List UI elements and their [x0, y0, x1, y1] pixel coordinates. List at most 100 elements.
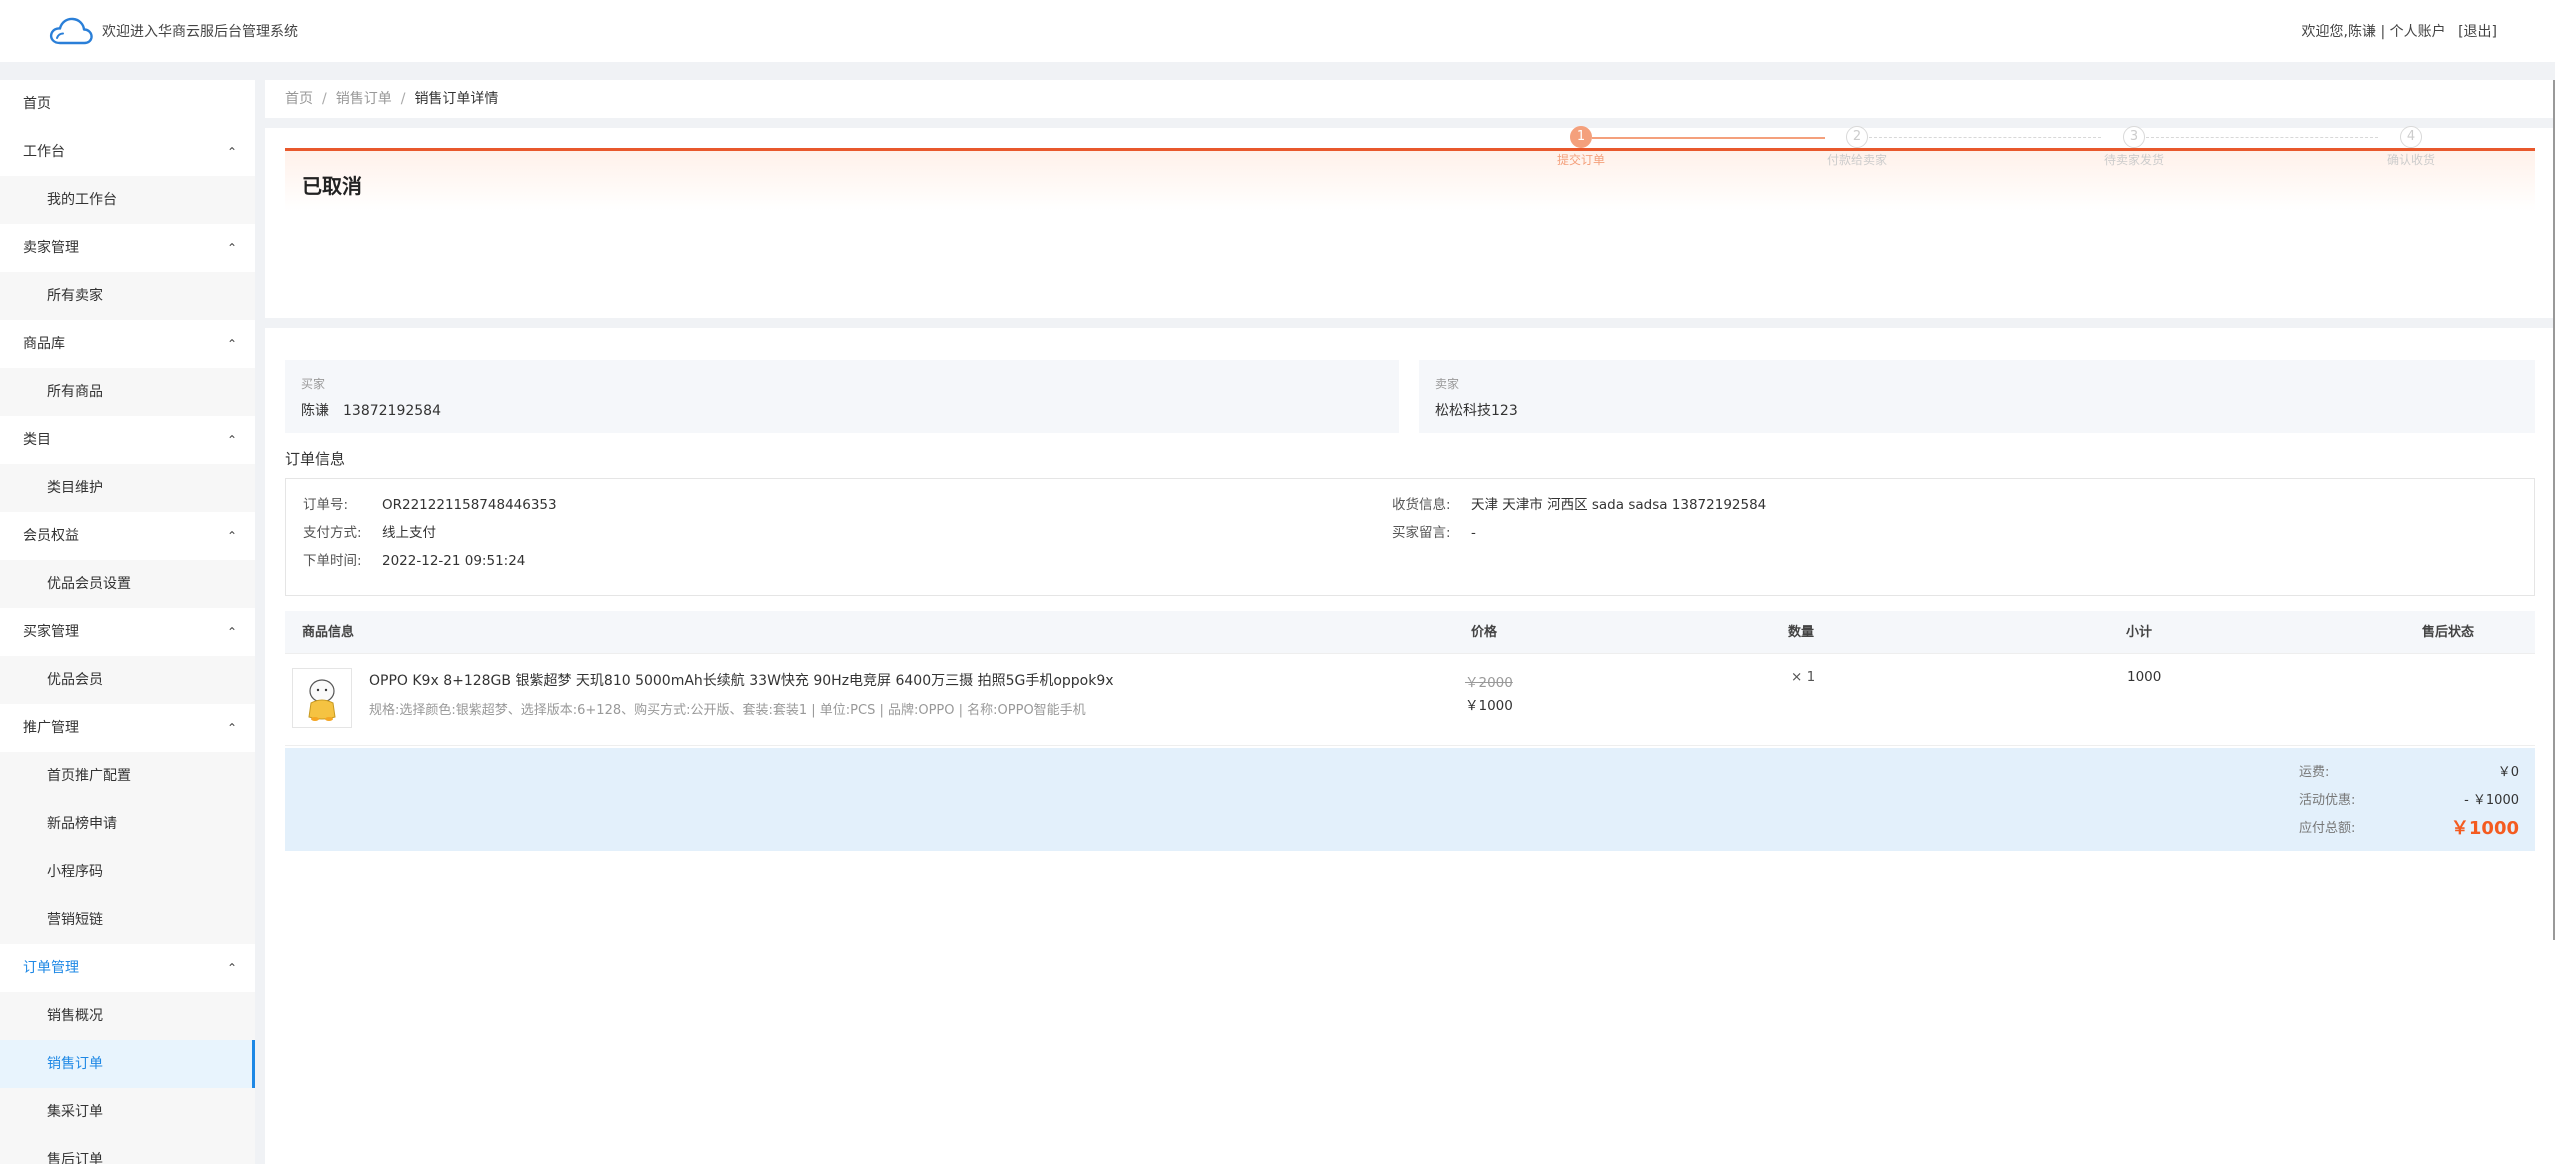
product-thumbnail[interactable]: [292, 668, 352, 728]
sidebar-item-label: 新品榜申请: [47, 816, 117, 832]
sidebar-item-label: 所有卖家: [47, 288, 103, 304]
table-header: 商品信息 价格 数量 小计 售后状态: [285, 611, 2535, 654]
sidebar-item-11[interactable]: 买家管理 ⌃: [0, 608, 255, 656]
sidebar-item-7[interactable]: 类目 ⌃: [0, 416, 255, 464]
product-image-icon: [293, 669, 351, 727]
pay-method-value: 线上支付: [382, 525, 436, 541]
buyer-phone: 13872192584: [343, 403, 441, 419]
sidebar-item-label: 所有商品: [47, 384, 103, 400]
sidebar-nav: 首页工作台 ⌃ 我的工作台卖家管理 ⌃ 所有卖家商品库 ⌃ 所有商品类目 ⌃ 类目维护 会员权益 ⌃…: [0, 80, 255, 1164]
order-time-value: 2022-12-21 09:51:24: [382, 553, 526, 569]
sidebar-item-15[interactable]: 新品榜申请: [0, 800, 255, 848]
breadcrumb-current: 销售订单详情: [414, 91, 499, 107]
sidebar-item-1[interactable]: 工作台 ⌃: [0, 128, 255, 176]
sidebar-item-14[interactable]: 首页推广配置: [0, 752, 255, 800]
sidebar-item-17[interactable]: 营销短链: [0, 896, 255, 944]
main-content: 首页 / 销售订单 / 销售订单详情 已取消 1 提交订单 2 付款给卖家 3 待卖家发…: [265, 80, 2555, 1164]
order-summary: 运费: ￥0 活动优惠: - ￥1000 应付总额: ￥1000: [285, 748, 2535, 851]
sidebar-item-label: 首页推广配置: [47, 768, 131, 784]
sidebar-item-21[interactable]: 集采订单: [0, 1088, 255, 1136]
account-link[interactable]: 个人账户: [2390, 24, 2446, 40]
sidebar-item-19[interactable]: 销售概况: [0, 992, 255, 1040]
breadcrumb-separator: /: [400, 91, 406, 107]
sidebar-item-label: 卖家管理: [23, 240, 79, 256]
sidebar-item-13[interactable]: 推广管理 ⌃: [0, 704, 255, 752]
order-no-label: 订单号:: [303, 497, 349, 513]
username: 陈谦: [2347, 24, 2376, 40]
subtotal: 1000: [2127, 669, 2162, 685]
col-quantity: 数量: [1788, 625, 1815, 640]
chevron-up-icon: ⌃: [226, 625, 237, 639]
sale-price: ￥1000: [1465, 698, 1513, 714]
shipping-fee-value: ￥0: [2497, 765, 2519, 780]
seller-card: 卖家 松松科技123: [1419, 360, 2535, 433]
sidebar-item-22[interactable]: 售后订单: [0, 1136, 255, 1164]
sidebar-item-label: 销售概况: [47, 1008, 103, 1024]
buyer-info: 陈谦 13872192584: [301, 400, 1383, 420]
chevron-up-icon: ⌃: [226, 961, 237, 975]
col-subtotal: 小计: [2126, 625, 2153, 640]
user-area: 欢迎您,陈谦 | 个人账户 [退出]: [2302, 21, 2497, 41]
site-title: 欢迎进入华商云服后台管理系统: [102, 24, 298, 40]
order-status-title: 已取消: [302, 174, 362, 198]
shipping-label: 收货信息:: [1392, 497, 1451, 513]
sidebar-item-5[interactable]: 商品库 ⌃: [0, 320, 255, 368]
shipping-fee-label: 运费:: [2299, 765, 2330, 780]
sidebar-item-label: 优品会员设置: [47, 576, 131, 592]
chevron-up-icon: ⌃: [226, 433, 237, 447]
sidebar-item-label: 推广管理: [23, 720, 79, 736]
sidebar-item-label: 订单管理: [23, 960, 79, 976]
step-4: 4 确认收货: [2341, 126, 2481, 168]
col-price: 价格: [1471, 625, 1498, 640]
sidebar-item-18[interactable]: 订单管理 ⌃: [0, 944, 255, 992]
chevron-up-icon: ⌃: [226, 241, 237, 255]
sidebar-item-2[interactable]: 我的工作台: [0, 176, 255, 224]
total-row: 应付总额: ￥1000: [2299, 817, 2519, 841]
sidebar-item-16[interactable]: 小程序码: [0, 848, 255, 896]
order-info-title: 订单信息: [285, 450, 346, 468]
sidebar-item-label: 销售订单: [47, 1056, 103, 1072]
order-time-row: 下单时间: 2022-12-21 09:51:24: [303, 547, 2517, 575]
step-label: 待卖家发货: [2103, 153, 2164, 167]
sidebar-item-label: 小程序码: [47, 864, 103, 880]
original-price: ￥2000: [1465, 675, 1513, 691]
table-row: OPPO K9x 8+128GB 银紫超梦 天玑810 5000mAh长续航 3…: [285, 654, 2535, 746]
discount-value: - ￥1000: [2464, 793, 2519, 808]
step-1: 1 提交订单: [1511, 126, 1651, 168]
sidebar-item-8[interactable]: 类目维护: [0, 464, 255, 512]
cloud-logo-icon: [49, 17, 93, 45]
greeting-text: 欢迎您,: [2301, 24, 2348, 40]
step-number: 3: [2123, 126, 2145, 148]
step-number: 2: [1846, 126, 1868, 148]
order-info-right-column: 收货信息: 天津 天津市 河西区 sada sadsa 13872192584 买…: [1392, 491, 1766, 547]
chevron-up-icon: ⌃: [226, 145, 237, 159]
breadcrumb-home[interactable]: 首页: [285, 91, 313, 107]
sidebar-item-label: 首页: [23, 96, 51, 112]
sidebar-item-0[interactable]: 首页: [0, 80, 255, 128]
sidebar-item-6[interactable]: 所有商品: [0, 368, 255, 416]
step-number: 1: [1570, 126, 1592, 148]
total-value: ￥1000: [2450, 818, 2519, 839]
step-2: 2 付款给卖家: [1787, 126, 1927, 168]
seller-title: 卖家: [1435, 377, 1460, 391]
logout-link[interactable]: [退出]: [2458, 24, 2497, 40]
buyer-name: 陈谦: [301, 403, 329, 419]
sidebar-item-3[interactable]: 卖家管理 ⌃: [0, 224, 255, 272]
sidebar-item-label: 营销短链: [47, 912, 103, 928]
product-name[interactable]: OPPO K9x 8+128GB 银紫超梦 天玑810 5000mAh长续航 3…: [369, 670, 1114, 690]
sidebar-item-4[interactable]: 所有卖家: [0, 272, 255, 320]
sidebar-item-10[interactable]: 优品会员设置: [0, 560, 255, 608]
sidebar-item-label: 类目: [23, 432, 51, 448]
sidebar-item-9[interactable]: 会员权益 ⌃: [0, 512, 255, 560]
buyer-note-label: 买家留言:: [1392, 525, 1451, 541]
sidebar-item-label: 工作台: [23, 144, 65, 160]
shipping-row: 收货信息: 天津 天津市 河西区 sada sadsa 13872192584: [1392, 491, 1766, 519]
seller-name: 松松科技123: [1435, 403, 1518, 419]
buyer-card: 买家 陈谦 13872192584: [285, 360, 1399, 433]
order-progress-steps: 1 提交订单 2 付款给卖家 3 待卖家发货 4 确认收货: [1511, 126, 2555, 186]
sidebar-item-20[interactable]: 销售订单: [0, 1040, 255, 1088]
buyer-note-value: -: [1471, 525, 1476, 541]
discount-label: 活动优惠:: [2299, 793, 2356, 808]
breadcrumb-sales-orders[interactable]: 销售订单: [336, 91, 392, 107]
sidebar-item-12[interactable]: 优品会员: [0, 656, 255, 704]
